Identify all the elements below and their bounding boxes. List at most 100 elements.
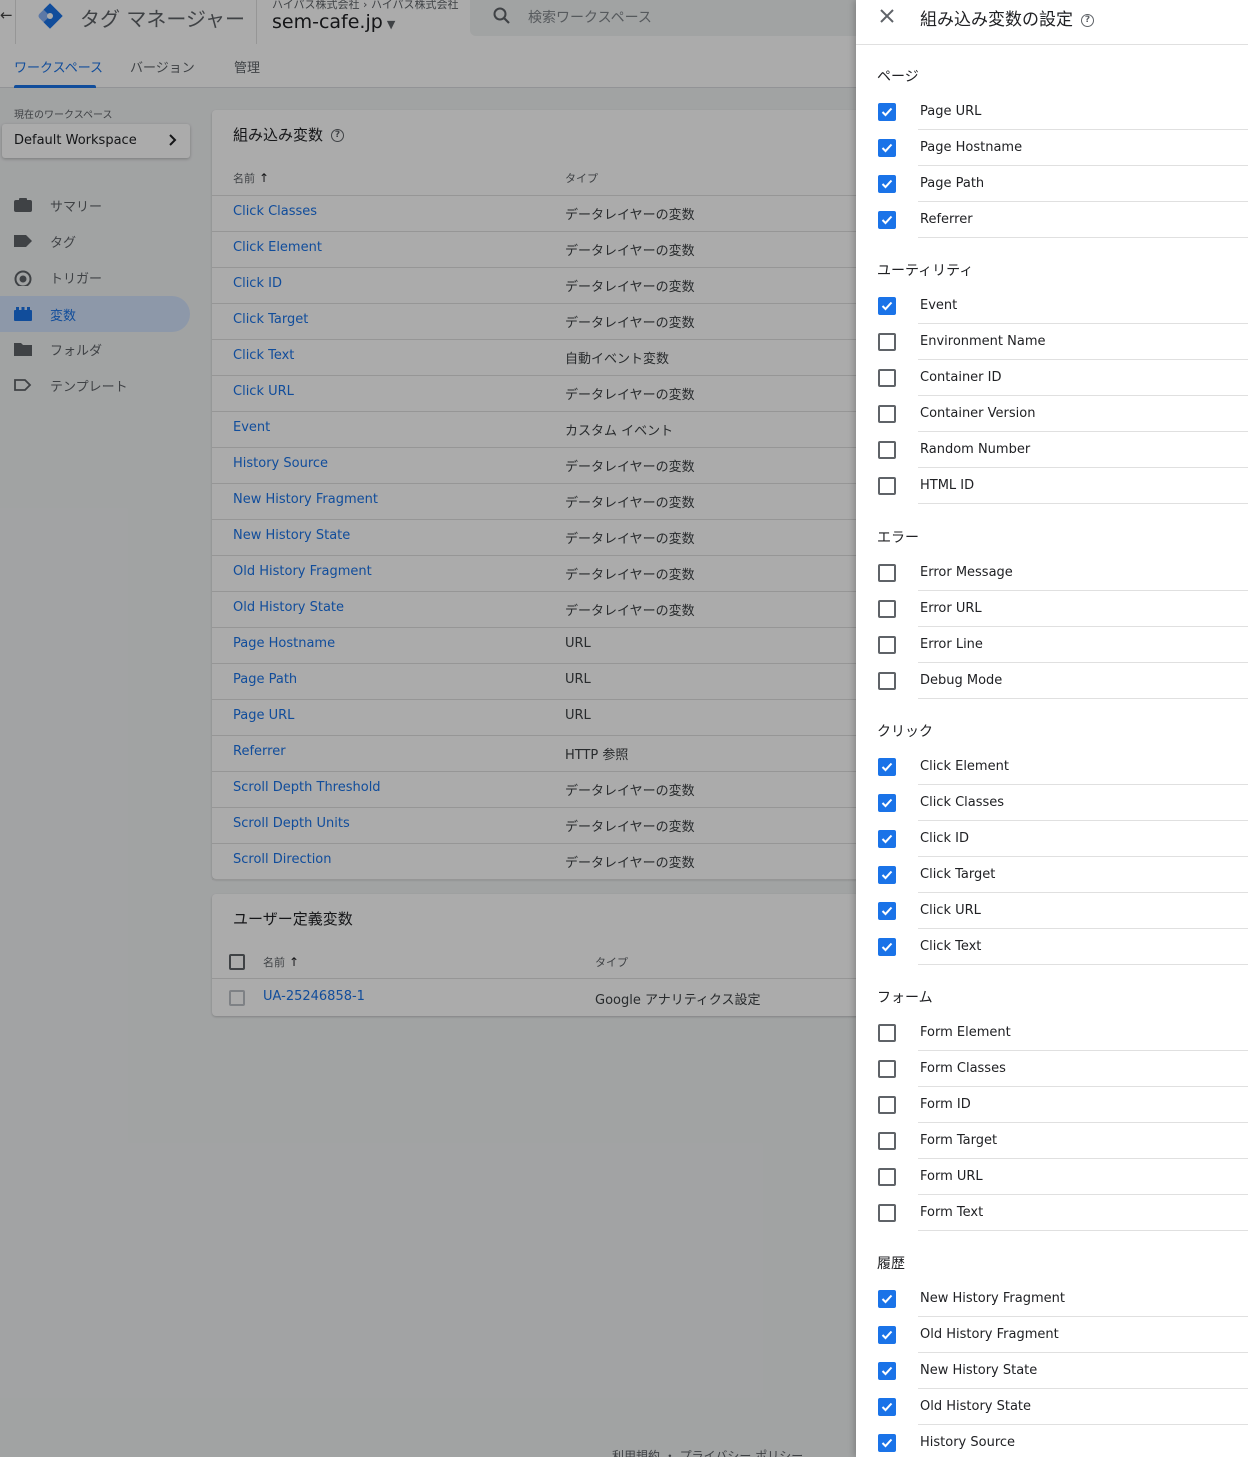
- checkbox-unchecked[interactable]: [878, 333, 896, 351]
- checkbox-checked[interactable]: [878, 211, 896, 229]
- variable-checkbox-row[interactable]: Click Element: [856, 749, 1248, 785]
- checkbox-checked[interactable]: [878, 794, 896, 812]
- checkbox-label: Page Hostname: [920, 140, 1023, 155]
- variable-checkbox-row[interactable]: Error Line: [856, 627, 1248, 663]
- checkbox-label: New History State: [920, 1363, 1038, 1378]
- checkbox-checked[interactable]: [878, 1434, 896, 1452]
- checkbox-label: Form Text: [920, 1205, 984, 1220]
- checkbox-label: Referrer: [920, 212, 973, 227]
- checkbox-unchecked[interactable]: [878, 441, 896, 459]
- variable-checkbox-row[interactable]: Form Classes: [856, 1051, 1248, 1087]
- checkbox-unchecked[interactable]: [878, 477, 896, 495]
- checkbox-checked[interactable]: [878, 297, 896, 315]
- close-icon[interactable]: [878, 7, 896, 25]
- checkbox-unchecked[interactable]: [878, 1060, 896, 1078]
- panel-header: 組み込み変数の設定?: [856, 0, 1248, 45]
- checkbox-unchecked[interactable]: [878, 1204, 896, 1222]
- checkbox-label: Click URL: [920, 903, 981, 918]
- checkbox-label: Old History State: [920, 1399, 1032, 1414]
- variable-checkbox-row[interactable]: History Source: [856, 1425, 1248, 1457]
- variable-checkbox-row[interactable]: Form Element: [856, 1015, 1248, 1051]
- divider: [918, 698, 1248, 699]
- checkbox-unchecked[interactable]: [878, 1024, 896, 1042]
- checkbox-label: Click Classes: [920, 795, 1005, 810]
- variable-checkbox-row[interactable]: Click ID: [856, 821, 1248, 857]
- checkbox-label: Click ID: [920, 831, 969, 846]
- variable-checkbox-row[interactable]: New History Fragment: [856, 1281, 1248, 1317]
- divider: [918, 503, 1248, 504]
- checkbox-label: Form Element: [920, 1025, 1011, 1040]
- section-title: 履歴: [877, 1256, 905, 1272]
- checkbox-unchecked[interactable]: [878, 636, 896, 654]
- checkbox-checked[interactable]: [878, 1290, 896, 1308]
- variable-checkbox-row[interactable]: Random Number: [856, 432, 1248, 468]
- variable-checkbox-row[interactable]: Form Target: [856, 1123, 1248, 1159]
- variable-checkbox-row[interactable]: Form ID: [856, 1087, 1248, 1123]
- variable-checkbox-row[interactable]: Referrer: [856, 202, 1248, 238]
- checkbox-label: Random Number: [920, 442, 1031, 457]
- variable-checkbox-row[interactable]: Error URL: [856, 591, 1248, 627]
- checkbox-label: Page URL: [920, 104, 982, 119]
- checkbox-label: Event: [920, 298, 958, 313]
- variable-checkbox-row[interactable]: Page Path: [856, 166, 1248, 202]
- variable-checkbox-row[interactable]: Old History Fragment: [856, 1317, 1248, 1353]
- variable-checkbox-row[interactable]: HTML ID: [856, 468, 1248, 504]
- variable-checkbox-row[interactable]: Click URL: [856, 893, 1248, 929]
- checkbox-checked[interactable]: [878, 1362, 896, 1380]
- section-title: クリック: [877, 724, 933, 740]
- section-title: ユーティリティ: [877, 263, 974, 279]
- checkbox-checked[interactable]: [878, 902, 896, 920]
- variable-checkbox-row[interactable]: Click Classes: [856, 785, 1248, 821]
- variable-checkbox-row[interactable]: Form URL: [856, 1159, 1248, 1195]
- help-icon[interactable]: ?: [1081, 13, 1094, 27]
- checkbox-unchecked[interactable]: [878, 369, 896, 387]
- checkbox-label: Environment Name: [920, 334, 1046, 349]
- section-title: エラー: [877, 530, 919, 546]
- checkbox-unchecked[interactable]: [878, 1168, 896, 1186]
- divider: [918, 237, 1248, 238]
- checkbox-label: Error Line: [920, 637, 983, 652]
- variable-checkbox-row[interactable]: Page Hostname: [856, 130, 1248, 166]
- checkbox-label: HTML ID: [920, 478, 975, 493]
- checkbox-checked[interactable]: [878, 938, 896, 956]
- variable-checkbox-row[interactable]: Error Message: [856, 555, 1248, 591]
- panel-title: 組み込み変数の設定?: [920, 5, 1094, 30]
- checkbox-label: Click Target: [920, 867, 996, 882]
- checkbox-label: Old History Fragment: [920, 1327, 1059, 1342]
- checkbox-label: Form ID: [920, 1097, 971, 1112]
- checkbox-unchecked[interactable]: [878, 405, 896, 423]
- variable-checkbox-row[interactable]: Click Text: [856, 929, 1248, 965]
- checkbox-unchecked[interactable]: [878, 672, 896, 690]
- checkbox-unchecked[interactable]: [878, 1096, 896, 1114]
- checkbox-checked[interactable]: [878, 866, 896, 884]
- checkbox-unchecked[interactable]: [878, 564, 896, 582]
- variable-checkbox-row[interactable]: Old History State: [856, 1389, 1248, 1425]
- checkbox-checked[interactable]: [878, 139, 896, 157]
- variable-checkbox-row[interactable]: Click Target: [856, 857, 1248, 893]
- checkbox-checked[interactable]: [878, 1398, 896, 1416]
- section-title: フォーム: [877, 990, 933, 1006]
- checkbox-checked[interactable]: [878, 758, 896, 776]
- checkbox-label: Click Element: [920, 759, 1009, 774]
- variable-checkbox-row[interactable]: Container ID: [856, 360, 1248, 396]
- checkbox-unchecked[interactable]: [878, 600, 896, 618]
- variable-checkbox-row[interactable]: Debug Mode: [856, 663, 1248, 699]
- variable-checkbox-row[interactable]: Environment Name: [856, 324, 1248, 360]
- checkbox-checked[interactable]: [878, 175, 896, 193]
- modal-scrim[interactable]: [0, 0, 856, 1457]
- variable-checkbox-row[interactable]: Page URL: [856, 94, 1248, 130]
- checkbox-checked[interactable]: [878, 103, 896, 121]
- checkbox-label: Error URL: [920, 601, 982, 616]
- checkbox-label: Error Message: [920, 565, 1013, 580]
- variable-checkbox-row[interactable]: Form Text: [856, 1195, 1248, 1231]
- variable-checkbox-row[interactable]: New History State: [856, 1353, 1248, 1389]
- checkbox-checked[interactable]: [878, 830, 896, 848]
- checkbox-label: Form Classes: [920, 1061, 1006, 1076]
- checkbox-label: Debug Mode: [920, 673, 1003, 688]
- variable-checkbox-row[interactable]: Event: [856, 288, 1248, 324]
- checkbox-unchecked[interactable]: [878, 1132, 896, 1150]
- checkbox-label: New History Fragment: [920, 1291, 1065, 1306]
- checkbox-label: History Source: [920, 1435, 1016, 1450]
- checkbox-checked[interactable]: [878, 1326, 896, 1344]
- variable-checkbox-row[interactable]: Container Version: [856, 396, 1248, 432]
